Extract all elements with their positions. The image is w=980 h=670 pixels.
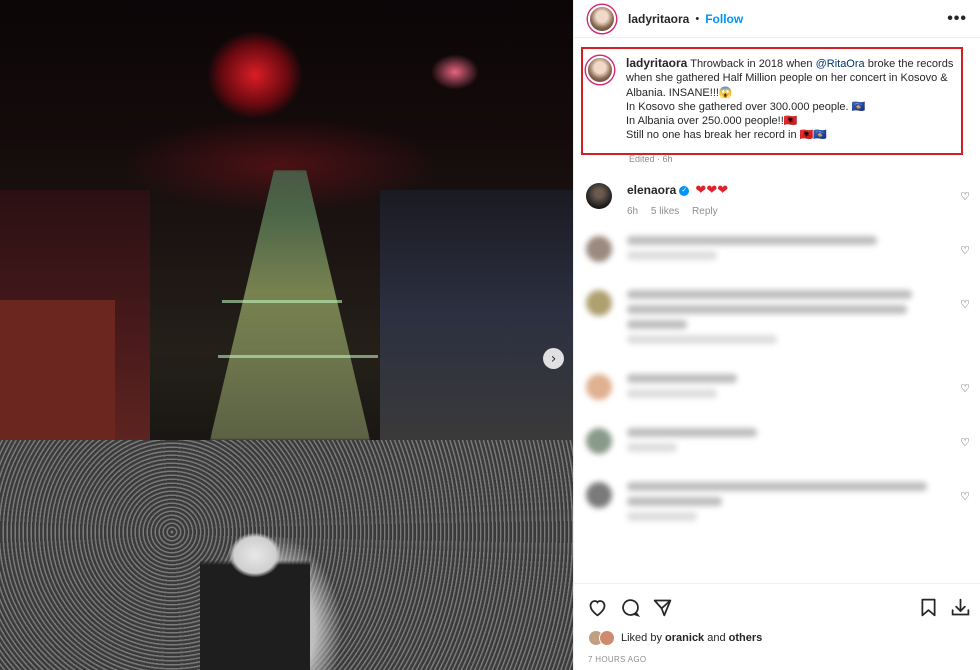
caption-avatar[interactable] [586, 56, 614, 84]
avatar[interactable] [586, 183, 612, 209]
caption-line-record: Still no one has break her record in 🇦🇱🇽… [626, 129, 828, 142]
blurred-comment [586, 290, 980, 350]
header-username[interactable]: ladyritaora [628, 12, 689, 26]
like-comment-heart-icon[interactable]: ♡ [960, 244, 970, 257]
bookmark-icon[interactable] [917, 596, 939, 618]
caption-username[interactable]: ladyritaora [626, 56, 687, 70]
comment-text: ❤❤❤ [695, 183, 729, 198]
blurred-comment [586, 236, 980, 266]
like-comment-heart-icon[interactable]: ♡ [960, 382, 970, 395]
fireworks-city-photo [0, 0, 573, 440]
liked-by-prefix: Liked by [621, 632, 662, 644]
blurred-text [627, 290, 912, 299]
blurred-text [627, 428, 757, 437]
download-icon[interactable] [949, 596, 971, 618]
edited-label: Edited · 6h [629, 154, 673, 164]
avatar [586, 290, 612, 316]
blurred-comment [586, 428, 980, 458]
building-left-lower [0, 300, 115, 440]
blurred-text [627, 305, 907, 314]
blurred-text [627, 320, 687, 329]
caption-text: ladyritaora Throwback in 2018 when @Rita… [626, 56, 961, 143]
blurred-text [627, 236, 877, 245]
like-comment-heart-icon[interactable]: ♡ [960, 190, 970, 203]
light-garland [222, 300, 342, 303]
avatar [586, 374, 612, 400]
liked-by-others[interactable]: others [729, 632, 763, 644]
like-heart-icon[interactable] [586, 596, 608, 618]
comment-time: 6h [627, 206, 639, 217]
post-header: ladyritaora • Follow ••• [574, 0, 980, 38]
avatar [586, 236, 612, 262]
performer-figure [200, 520, 310, 670]
comment-item: elenaora ✓ ❤❤❤ 6h 5 likes Reply [586, 183, 980, 217]
crowded-street [210, 170, 370, 440]
share-send-icon[interactable] [651, 596, 673, 618]
blurred-meta [627, 389, 717, 398]
building-right [380, 190, 573, 440]
avatar [599, 630, 615, 646]
dot-separator: • [695, 12, 700, 25]
blurred-comment [586, 482, 980, 527]
blurred-text [627, 497, 722, 506]
blurred-meta [627, 335, 777, 344]
blurred-meta [627, 443, 677, 452]
light-garland [218, 355, 378, 358]
post-media[interactable]: › [0, 0, 573, 670]
comment-likes[interactable]: 5 likes [651, 206, 679, 217]
chevron-right-icon: › [550, 350, 557, 367]
post-sidebar: ladyritaora • Follow ••• ladyritaora Thr… [573, 0, 980, 670]
caption-line-kosovo: In Kosovo she gathered over 300.000 peop… [626, 100, 866, 113]
blurred-text [627, 374, 737, 383]
like-comment-heart-icon[interactable]: ♡ [960, 436, 970, 449]
post-timestamp: 7 HOURS AGO [588, 655, 647, 664]
more-options-icon[interactable]: ••• [947, 10, 967, 28]
caption-line-albania: In Albania over 250.000 people!!🇦🇱 [626, 115, 798, 128]
follow-button[interactable]: Follow [705, 12, 743, 26]
blurred-meta [627, 512, 697, 521]
comment-username[interactable]: elenaora [627, 183, 676, 197]
liked-by-row: Liked by oranick and others [588, 630, 762, 646]
comment-bubble-icon[interactable] [619, 596, 641, 618]
blurred-comment [586, 374, 980, 404]
avatar[interactable] [588, 4, 616, 33]
verified-badge-icon: ✓ [679, 186, 690, 197]
avatar [586, 428, 612, 454]
caption-part1: Throwback in 2018 when [690, 58, 813, 70]
blurred-text [627, 482, 927, 491]
like-comment-heart-icon[interactable]: ♡ [960, 298, 970, 311]
comment-reply-button[interactable]: Reply [692, 206, 718, 217]
like-comment-heart-icon[interactable]: ♡ [960, 490, 970, 503]
action-bar: Liked by oranick and others 7 HOURS AGO [574, 583, 980, 670]
blurred-meta [627, 251, 717, 260]
liked-by-connector: and [707, 632, 726, 644]
mention-link[interactable]: @RitaOra [816, 58, 865, 70]
liked-by-user[interactable]: oranick [665, 632, 704, 644]
avatar [586, 482, 612, 508]
next-image-button[interactable]: › [543, 348, 564, 369]
caption: ladyritaora Throwback in 2018 when @Rita… [586, 56, 961, 143]
